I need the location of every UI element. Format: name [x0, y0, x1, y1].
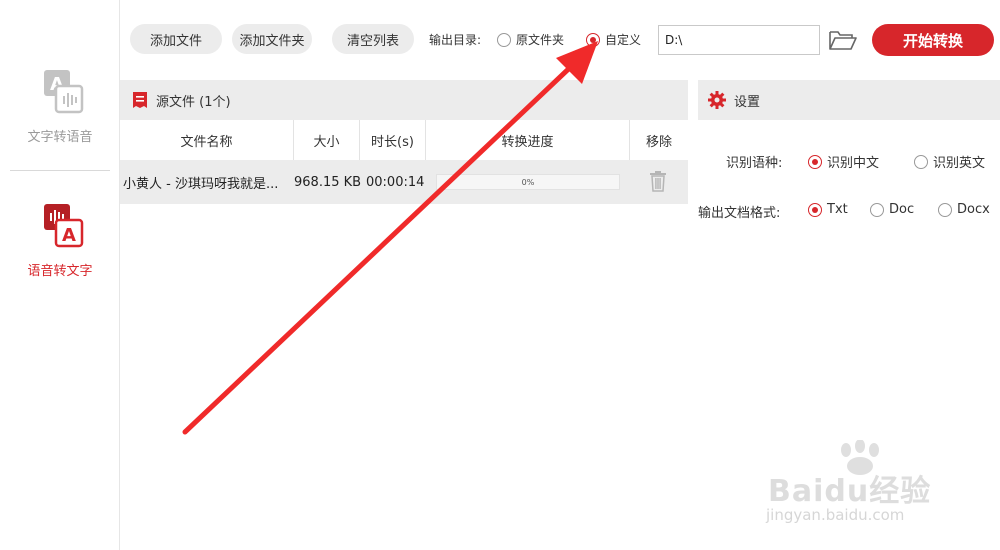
progress-text: 0% [521, 177, 535, 187]
folder-open-icon[interactable] [828, 28, 858, 52]
baidu-watermark: Baidu经验 jingyan.baidu.com [760, 440, 980, 530]
text-to-speech-icon: A [34, 68, 86, 120]
settings-title: 设置 [734, 94, 761, 110]
radio-dot [914, 154, 928, 169]
radio-dot [938, 202, 952, 217]
file-list-panel: 源文件 (1个) 文件名称 大小 时长(s) 转换进度 移除 小黄人 - 沙琪玛… [120, 80, 688, 550]
radio-dot [808, 202, 822, 217]
radio-dot [586, 32, 600, 47]
clear-list-button[interactable]: 清空列表 [332, 24, 414, 54]
sidebar-item-text-to-speech[interactable]: A 文字转语音 [0, 68, 120, 145]
radio-label: 自定义 [605, 33, 642, 47]
start-convert-button[interactable]: 开始转换 [872, 24, 994, 56]
column-header-duration: 时长(s) [360, 120, 426, 160]
output-dir-label: 输出目录: [429, 33, 482, 47]
radio-label: Doc [889, 202, 915, 217]
file-duration-cell: 00:00:14 [366, 174, 425, 190]
radio-label: 识别英文 [933, 156, 986, 171]
radio-format-doc[interactable]: Doc [870, 202, 914, 217]
speech-to-text-icon: A [34, 202, 86, 254]
radio-dot [808, 154, 822, 169]
toolbar: 添加文件 添加文件夹 清空列表 输出目录: 原文件夹 自定义 D:\ 开始转换 [120, 0, 1000, 80]
radio-dot [497, 32, 511, 47]
radio-dot [870, 202, 884, 217]
sidebar-divider [10, 170, 110, 171]
watermark-brand: Baidu经验 [768, 474, 932, 509]
column-header-remove: 移除 [630, 120, 688, 160]
radio-label: Txt [827, 202, 848, 217]
file-list-title: 源文件 (1个) [156, 94, 231, 110]
format-label: 输出文档格式: [698, 206, 781, 221]
watermark-url: jingyan.baidu.com [766, 506, 905, 524]
add-folder-button[interactable]: 添加文件夹 [232, 24, 312, 54]
add-file-button[interactable]: 添加文件 [130, 24, 222, 54]
column-header-size: 大小 [294, 120, 360, 160]
radio-english[interactable]: 识别英文 [914, 152, 985, 171]
radio-original-folder[interactable]: 原文件夹 [497, 31, 564, 48]
radio-format-txt[interactable]: Txt [808, 202, 848, 217]
radio-custom-folder[interactable]: 自定义 [586, 31, 641, 48]
radio-format-docx[interactable]: Docx [938, 202, 990, 217]
sidebar-item-label: 语音转文字 [27, 264, 93, 279]
output-path-input[interactable]: D:\ [658, 25, 820, 55]
column-header-name: 文件名称 [120, 120, 294, 160]
file-size-cell: 968.15 KB [294, 174, 362, 190]
sidebar-item-label: 文字转语音 [27, 130, 93, 145]
radio-chinese[interactable]: 识别中文 [808, 152, 879, 171]
file-list-header: 源文件 (1个) [120, 80, 688, 120]
radio-label: Docx [957, 202, 990, 217]
gear-icon [708, 91, 726, 109]
file-name-cell: 小黄人 - 沙琪玛呀我就是... [123, 176, 279, 192]
sidebar-item-speech-to-text[interactable]: A 语音转文字 [0, 202, 120, 279]
radio-label: 原文件夹 [516, 33, 565, 47]
sidebar: A 文字转语音 A 语音转文字 [0, 0, 120, 550]
column-header-progress: 转换进度 [426, 120, 630, 160]
document-icon [132, 91, 148, 109]
settings-header: 设置 [698, 80, 1000, 120]
svg-text:A: A [62, 225, 76, 246]
progress-bar: 0% [436, 174, 620, 190]
language-label: 识别语种: [726, 156, 783, 171]
table-row[interactable]: 小黄人 - 沙琪玛呀我就是... 968.15 KB 00:00:14 0% [120, 160, 688, 204]
radio-label: 识别中文 [827, 156, 880, 171]
trash-icon[interactable] [649, 170, 667, 192]
